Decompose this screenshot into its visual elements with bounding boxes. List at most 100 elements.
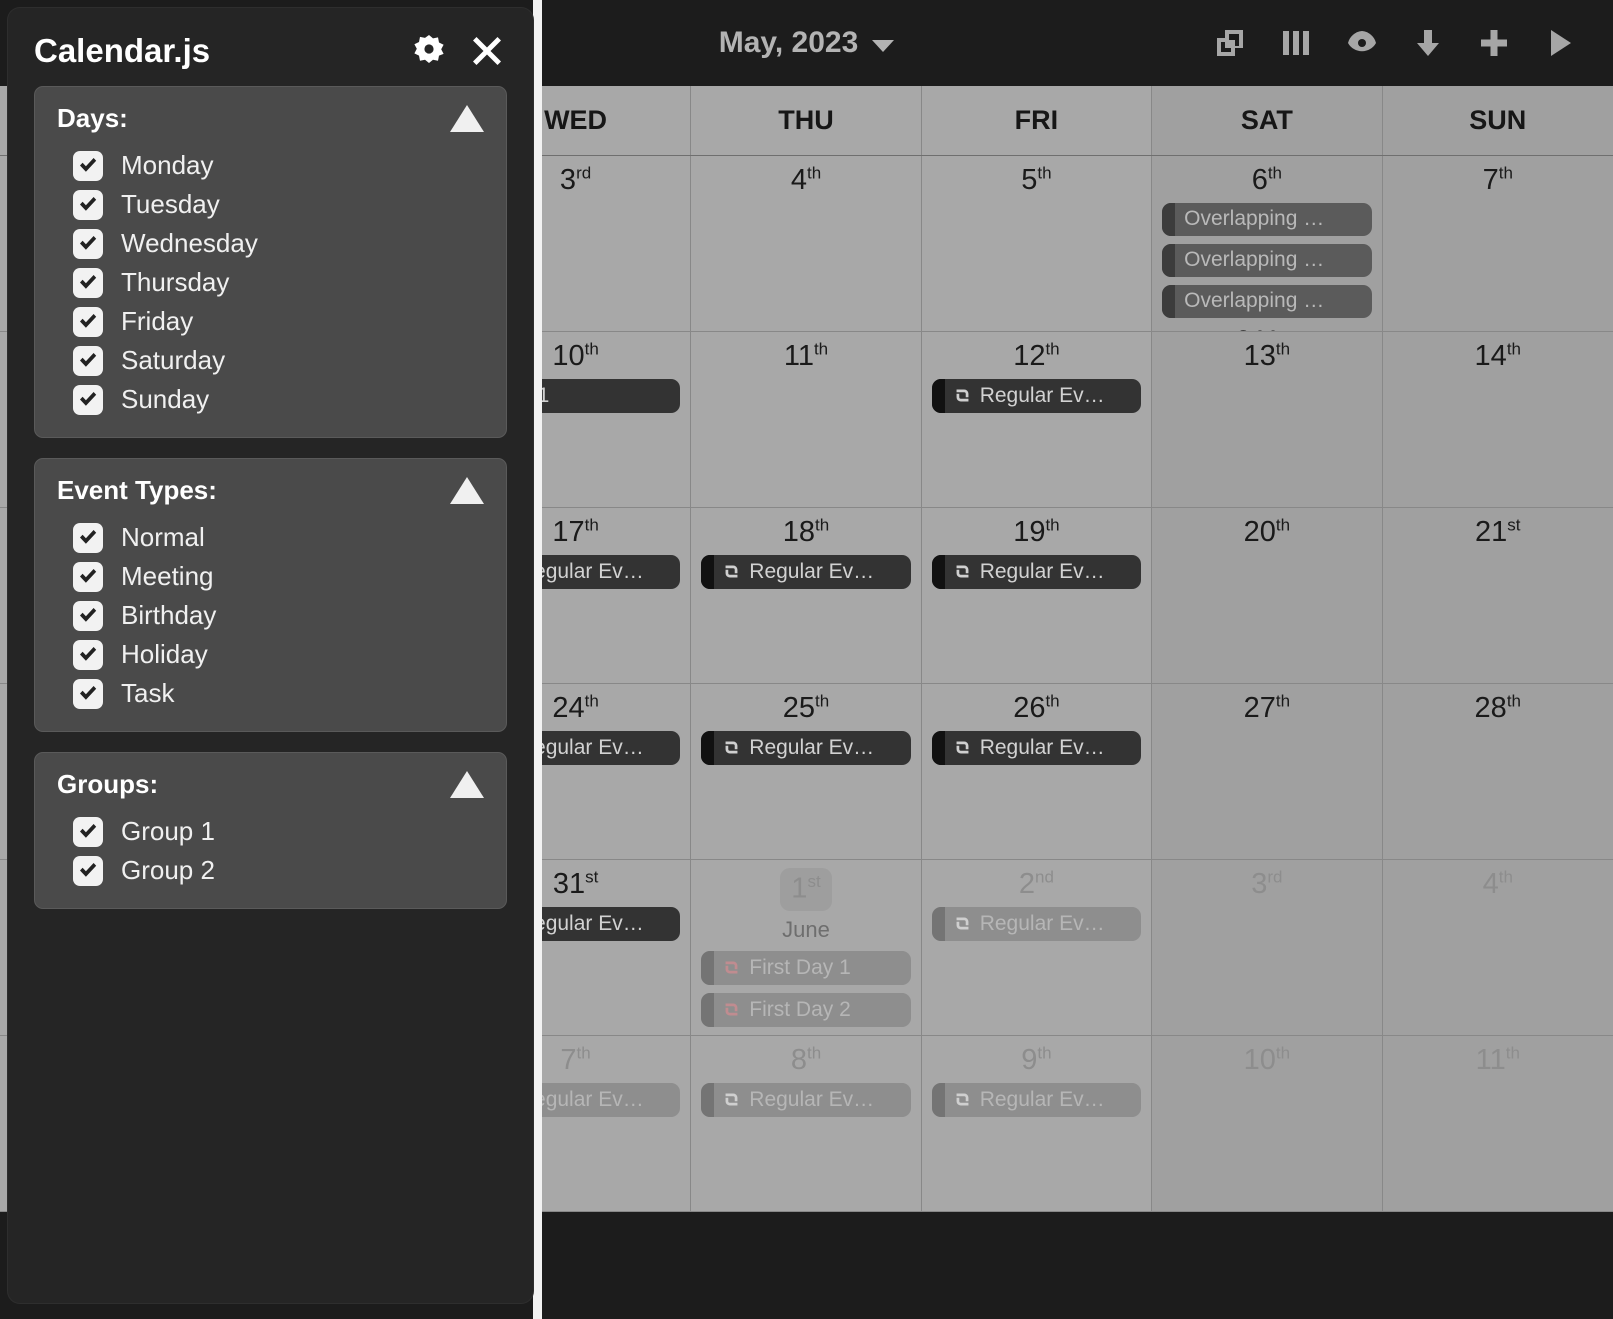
- checkbox-row-group-1[interactable]: Group 1: [57, 812, 484, 851]
- calendar-day-cell[interactable]: 5th: [921, 156, 1153, 332]
- calendar-day-cell[interactable]: 20th: [1152, 508, 1383, 684]
- checkbox[interactable]: [73, 600, 103, 631]
- day-number-ordinal: st: [585, 867, 599, 886]
- section-header[interactable]: Groups:: [57, 769, 484, 800]
- checkbox[interactable]: [73, 816, 103, 847]
- checkbox[interactable]: [73, 306, 103, 337]
- checkbox[interactable]: [73, 561, 103, 592]
- calendar-event[interactable]: Overlapping …: [1162, 284, 1372, 318]
- section-header[interactable]: Event Types:: [57, 475, 484, 506]
- download-icon[interactable]: [1409, 24, 1447, 62]
- day-number-ordinal: th: [1267, 163, 1283, 182]
- check-icon: [80, 823, 97, 838]
- day-number: 6th: [1162, 164, 1371, 195]
- check-icon: [80, 157, 97, 172]
- calendar-day-cell[interactable]: 26th Regular Ev…: [921, 684, 1153, 860]
- calendar-day-cell[interactable]: 1stJuneFirst Day 1First Day 2Regular Ev…: [691, 860, 922, 1036]
- day-number: 1st: [701, 868, 910, 911]
- calendar-day-cell[interactable]: 27th: [1152, 684, 1383, 860]
- section-header[interactable]: Days:: [57, 103, 484, 134]
- calendar-event[interactable]: Regular Ev…: [931, 906, 1142, 941]
- event-accent-bar: [1162, 243, 1176, 277]
- calendar-event[interactable]: First Day 2: [701, 992, 911, 1027]
- close-icon[interactable]: [467, 31, 507, 71]
- triangle-up-icon[interactable]: [450, 477, 484, 504]
- checkbox-row-meeting[interactable]: Meeting: [57, 557, 484, 596]
- chevron-down-icon[interactable]: [872, 40, 895, 52]
- calendar-day-cell[interactable]: 4th: [1382, 860, 1613, 1036]
- calendar-event[interactable]: Overlapping …: [1162, 202, 1372, 236]
- gear-icon[interactable]: [409, 31, 449, 71]
- day-number-value: 11: [1475, 1043, 1506, 1076]
- calendar-event[interactable]: Regular Ev…: [701, 730, 911, 765]
- checkbox[interactable]: [73, 522, 103, 553]
- calendar-day-cell[interactable]: 14th: [1382, 332, 1613, 508]
- calendar-event[interactable]: Overlapping …: [1162, 243, 1372, 277]
- checkbox[interactable]: [73, 150, 103, 181]
- day-number-value: 24: [552, 691, 585, 724]
- event-body: Regular Ev…: [714, 736, 910, 760]
- checkbox-row-sunday[interactable]: Sunday: [57, 380, 484, 419]
- add-event-icon[interactable]: [1475, 24, 1513, 62]
- calendar-day-cell[interactable]: 4th: [691, 156, 922, 332]
- calendar-day-cell[interactable]: 19th Regular Ev…: [921, 508, 1153, 684]
- checkbox[interactable]: [73, 639, 103, 670]
- calendar-event[interactable]: Regular Ev…: [931, 730, 1142, 765]
- calendar-day-cell[interactable]: 21st: [1382, 508, 1613, 684]
- day-number-ordinal: th: [584, 515, 599, 534]
- triangle-up-icon[interactable]: [450, 771, 484, 798]
- checkbox-row-tuesday[interactable]: Tuesday: [57, 185, 484, 224]
- calendar-day-cell[interactable]: 9th Regular Ev…: [921, 1036, 1153, 1212]
- expand-view-icon[interactable]: [1211, 24, 1249, 62]
- checkbox[interactable]: [73, 189, 103, 220]
- calendar-event[interactable]: Regular Ev…: [931, 1082, 1142, 1117]
- calendar-event[interactable]: Regular Ev…: [701, 1082, 911, 1117]
- checkbox[interactable]: [73, 855, 103, 886]
- calendar-event[interactable]: Regular Ev…: [931, 378, 1142, 413]
- calendar-day-cell[interactable]: 2nd Regular Ev…: [921, 860, 1153, 1036]
- check-icon: [80, 646, 97, 661]
- checkbox[interactable]: [73, 228, 103, 259]
- day-number: 10th: [1162, 1044, 1371, 1075]
- calendar-day-cell[interactable]: 10th: [1152, 1036, 1383, 1212]
- checkbox[interactable]: [73, 267, 103, 298]
- calendar-event[interactable]: Regular Ev…: [931, 554, 1142, 589]
- calendar-day-cell[interactable]: 3rd: [1152, 860, 1383, 1036]
- columns-view-icon[interactable]: [1277, 24, 1315, 62]
- event-accent-bar: [931, 1082, 945, 1117]
- checkbox-row-monday[interactable]: Monday: [57, 146, 484, 185]
- day-number: 7th: [1393, 164, 1603, 195]
- checkbox-row-thursday[interactable]: Thursday: [57, 263, 484, 302]
- calendar-event[interactable]: First Day 1: [701, 950, 911, 985]
- day-number: 28th: [1393, 692, 1603, 723]
- calendar-day-cell[interactable]: 13th: [1152, 332, 1383, 508]
- checkbox[interactable]: [73, 384, 103, 415]
- day-number-value: 4: [790, 163, 807, 196]
- next-month-icon[interactable]: [1541, 24, 1579, 62]
- event-body: First Day 1: [714, 956, 910, 980]
- checkbox-row-task[interactable]: Task: [57, 674, 484, 713]
- eye-view-icon[interactable]: [1343, 24, 1381, 62]
- calendar-day-cell[interactable]: 8th Regular Ev…: [691, 1036, 922, 1212]
- day-header-fri: FRI: [921, 86, 1153, 155]
- checkbox-row-normal[interactable]: Normal: [57, 518, 484, 557]
- triangle-up-icon[interactable]: [450, 105, 484, 132]
- checkbox-row-birthday[interactable]: Birthday: [57, 596, 484, 635]
- checkbox-row-holiday[interactable]: Holiday: [57, 635, 484, 674]
- checkbox[interactable]: [73, 678, 103, 709]
- calendar-day-cell[interactable]: 12th Regular Ev…: [921, 332, 1153, 508]
- calendar-day-cell[interactable]: 6th Overlapping … Overlapping … Overlapping…: [1152, 156, 1383, 332]
- calendar-day-cell[interactable]: 11th: [1382, 1036, 1613, 1212]
- calendar-day-cell[interactable]: 25th Regular Ev…: [691, 684, 922, 860]
- checkbox-row-saturday[interactable]: Saturday: [57, 341, 484, 380]
- checkbox-row-wednesday[interactable]: Wednesday: [57, 224, 484, 263]
- calendar-day-cell[interactable]: 18th Regular Ev…: [691, 508, 922, 684]
- checkbox-row-group-2[interactable]: Group 2: [57, 851, 484, 890]
- checkbox-row-friday[interactable]: Friday: [57, 302, 484, 341]
- calendar-day-cell[interactable]: 7th: [1382, 156, 1613, 332]
- calendar-event[interactable]: Regular Ev…: [701, 554, 911, 589]
- calendar-day-cell[interactable]: 11th: [691, 332, 922, 508]
- day-header-sun: SUN: [1382, 86, 1613, 155]
- calendar-day-cell[interactable]: 28th: [1382, 684, 1613, 860]
- checkbox[interactable]: [73, 345, 103, 376]
